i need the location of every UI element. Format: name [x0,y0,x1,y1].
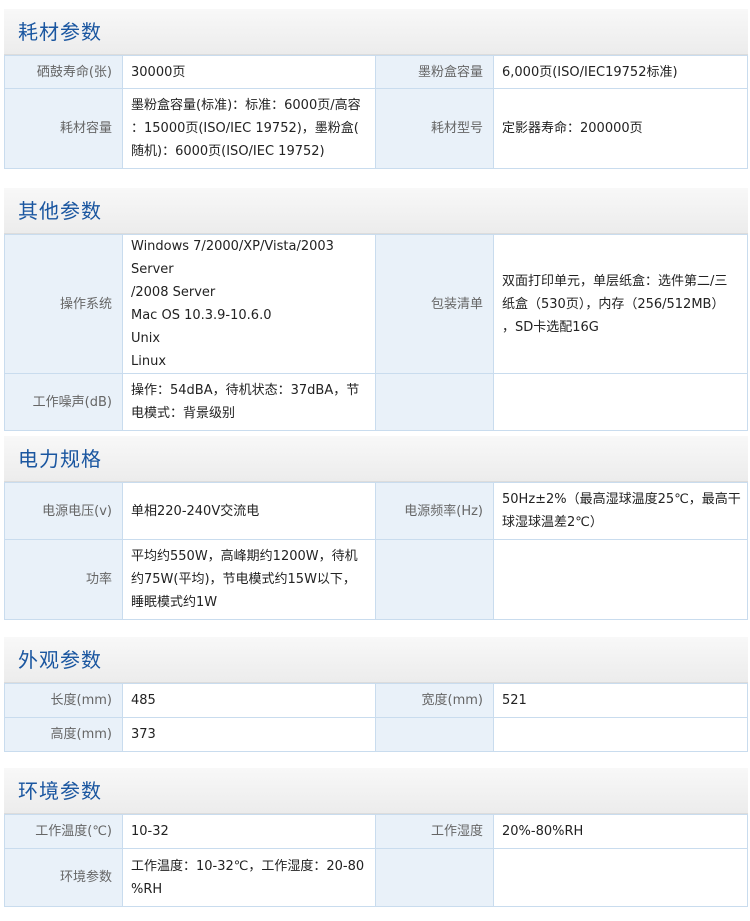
table-row: 功率 平均约550W，高峰期约1200W，待机 约75W(平均)，节电模式约15… [4,539,748,620]
spec-label: 耗材型号 [375,88,494,169]
value-line: 操作：54dBA，待机状态：37dBA，节 [131,383,360,398]
spec-value: Windows 7/2000/XP/Vista/2003 Server /200… [122,234,376,374]
spec-label: 工作温度(℃) [4,814,123,849]
section-header: 环境参数 [4,768,748,814]
value-line: /2008 Server [131,285,216,300]
spec-value: 6,000页(ISO/IEC19752标准) [493,55,748,89]
spec-label-empty [375,539,494,620]
spec-value: 50Hz±2%（最高湿球温度25℃，最高干 球湿球温差2℃） [493,482,748,540]
spec-value: 工作温度：10-32℃，工作湿度：20-80 %RH [122,848,376,907]
spec-value: 485 [122,683,376,718]
section-power: 电力规格 电源电压(v) 单相220-240V交流电 电源频率(Hz) 50Hz… [4,436,748,620]
value-line: 随机)：6000页(ISO/IEC 19752) [131,144,325,159]
section-title: 环境参数 [18,779,102,803]
section-title: 外观参数 [18,648,102,672]
spec-label: 包装清单 [375,234,494,374]
spec-label: 耗材容量 [4,88,123,169]
spec-value-empty [493,717,748,752]
section-header: 外观参数 [4,637,748,683]
value-line: 工作温度：10-32℃，工作湿度：20-80 [131,858,365,874]
value-line: 平均约550W，高峰期约1200W，待机 [131,549,358,564]
spec-label: 电源频率(Hz) [375,482,494,540]
spec-value: 521 [493,683,748,718]
spec-label-empty [375,717,494,752]
value-line: ，SD卡选配16G [502,319,599,335]
spec-value-empty [493,848,748,907]
spec-value: 平均约550W，高峰期约1200W，待机 约75W(平均)，节电模式约15W以下… [122,539,376,620]
spec-table: 操作系统 Windows 7/2000/XP/Vista/2003 Server… [4,234,748,431]
section-title: 电力规格 [18,447,102,471]
spec-label-empty [375,848,494,907]
spec-label-empty [375,373,494,431]
spec-label: 墨粉盒容量 [375,55,494,89]
value-line: 双面打印单元，单层纸盒：选件第二/三 [502,273,728,289]
value-line: 10-32 [131,824,169,839]
table-row: 高度(mm) 373 [4,717,748,752]
spec-label: 电源电压(v) [4,482,123,540]
spec-value: 墨粉盒容量(标准)：标准：6000页/高容 ：15000页(ISO/IEC 19… [122,88,376,169]
spec-label: 硒鼓寿命(张) [4,55,123,89]
table-row: 耗材容量 墨粉盒容量(标准)：标准：6000页/高容 ：15000页(ISO/I… [4,88,748,169]
table-row: 工作噪声(dB) 操作：54dBA，待机状态：37dBA，节 电模式：背景级别 [4,373,748,431]
table-row: 操作系统 Windows 7/2000/XP/Vista/2003 Server… [4,234,748,374]
spec-value-empty [493,539,748,620]
section-appearance: 外观参数 长度(mm) 485 宽度(mm) 521 高度(mm) 373 [4,637,748,752]
value-line: 墨粉盒容量(标准)：标准：6000页/高容 [131,98,361,113]
spec-value: 定影器寿命：200000页 [493,88,748,169]
value-line: 485 [131,693,156,708]
value-line: 单相220-240V交流电 [131,503,260,519]
section-title: 其他参数 [18,199,102,223]
value-line: ：15000页(ISO/IEC 19752)，墨粉盒( [131,121,359,136]
section-header: 其他参数 [4,188,748,234]
section-other: 其他参数 操作系统 Windows 7/2000/XP/Vista/2003 S… [4,188,748,431]
spec-label: 宽度(mm) [375,683,494,718]
spec-value-empty [493,373,748,431]
spec-label: 高度(mm) [4,717,123,752]
value-line: Linux [131,354,167,369]
spec-table: 长度(mm) 485 宽度(mm) 521 高度(mm) 373 [4,683,748,752]
value-line: 521 [502,693,527,708]
value-line: 20%-80%RH [502,824,584,839]
section-environment: 环境参数 工作温度(℃) 10-32 工作湿度 20%-80%RH 环境参数 工… [4,768,748,907]
section-title: 耗材参数 [18,20,102,44]
value-line: 定影器寿命：200000页 [502,121,643,136]
spec-label: 长度(mm) [4,683,123,718]
table-row: 长度(mm) 485 宽度(mm) 521 [4,683,748,718]
table-row: 工作温度(℃) 10-32 工作湿度 20%-80%RH [4,814,748,849]
value-line: Windows 7/2000/XP/Vista/2003 Server [131,239,334,277]
value-line: 6,000页(ISO/IEC19752标准) [502,64,678,80]
spec-label: 环境参数 [4,848,123,907]
section-header: 耗材参数 [4,9,748,55]
value-line: 电模式：背景级别 [131,406,236,421]
spec-table: 硒鼓寿命(张) 30000页 墨粉盒容量 6,000页(ISO/IEC19752… [4,55,748,169]
value-line: 30000页 [131,64,186,80]
spec-value: 10-32 [122,814,376,849]
spec-value: 30000页 [122,55,376,89]
section-consumables: 耗材参数 硒鼓寿命(张) 30000页 墨粉盒容量 6,000页(ISO/IEC… [4,9,748,169]
value-line: 纸盒（530页），内存（256/512MB） [502,296,725,312]
table-row: 硒鼓寿命(张) 30000页 墨粉盒容量 6,000页(ISO/IEC19752… [4,55,748,89]
value-line: 球湿球温差2℃） [502,515,603,530]
value-line: 睡眠模式约1W [131,595,218,610]
spec-value: 单相220-240V交流电 [122,482,376,540]
spec-value: 373 [122,717,376,752]
value-line: Unix [131,331,161,346]
value-line: Mac OS 10.3.9-10.6.0 [131,308,272,323]
table-row: 环境参数 工作温度：10-32℃，工作湿度：20-80 %RH [4,848,748,907]
value-line: 约75W(平均)，节电模式约15W以下， [131,572,356,587]
spec-label: 操作系统 [4,234,123,374]
table-row: 电源电压(v) 单相220-240V交流电 电源频率(Hz) 50Hz±2%（最… [4,482,748,540]
value-line: 50Hz±2%（最高湿球温度25℃，最高干 [502,492,741,507]
spec-table: 电源电压(v) 单相220-240V交流电 电源频率(Hz) 50Hz±2%（最… [4,482,748,620]
spec-value: 20%-80%RH [493,814,748,849]
spec-label: 工作湿度 [375,814,494,849]
section-header: 电力规格 [4,436,748,482]
spec-label: 工作噪声(dB) [4,373,123,431]
value-line: 373 [131,727,156,742]
spec-value: 双面打印单元，单层纸盒：选件第二/三 纸盒（530页），内存（256/512MB… [493,234,748,374]
value-line: %RH [131,881,163,897]
spec-label: 功率 [4,539,123,620]
spec-value: 操作：54dBA，待机状态：37dBA，节 电模式：背景级别 [122,373,376,431]
spec-table: 工作温度(℃) 10-32 工作湿度 20%-80%RH 环境参数 工作温度：1… [4,814,748,907]
